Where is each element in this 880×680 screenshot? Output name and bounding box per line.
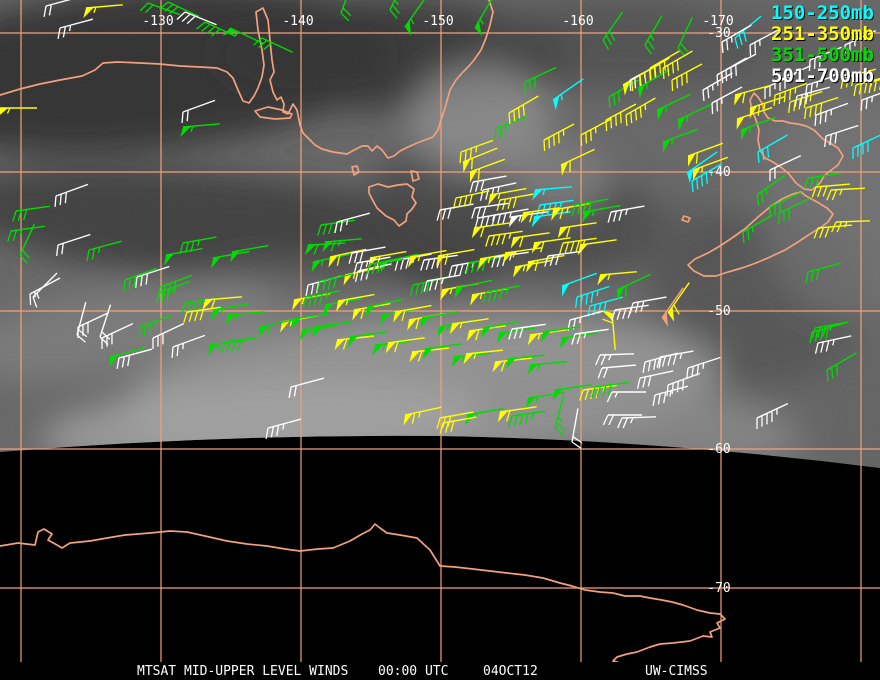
map-caption-bar: MTSAT MID-UPPER LEVEL WINDS 00:00 UTC 04…: [0, 662, 880, 680]
lon-label--150: -150: [422, 14, 453, 29]
legend-item-351-500mb: 351-500mb: [771, 44, 874, 66]
lat-label--60: -60: [707, 442, 730, 457]
lon-label--130: -130: [142, 14, 173, 29]
mtsat-wind-map: -130 -140 -150 -160 -170 -30 -40 -50 -60 -70 150-…: [0, 0, 880, 680]
lon-label--140: -140: [282, 14, 313, 29]
legend-item-251-350mb: 251-350mb: [771, 23, 874, 45]
caption-source: UW-CIMSS: [645, 664, 708, 679]
lon-label--160: -160: [562, 14, 593, 29]
lat-label--30: -30: [707, 26, 730, 41]
lat-label--70: -70: [707, 581, 730, 596]
legend-item-150-250mb: 150-250mb: [771, 2, 874, 24]
caption-date: 04OCT12: [483, 664, 538, 679]
satellite-imagery: [0, 0, 880, 468]
coastline-antarctica: [0, 523, 726, 667]
lat-label--40: -40: [707, 165, 730, 180]
satellite-map-canvas: -130 -140 -150 -160 -170-30-40-50-60-70: [0, 0, 880, 667]
caption-time: 00:00 UTC: [378, 664, 449, 679]
pressure-legend: 150-250mb 251-350mb 351-500mb 501-700mb: [771, 3, 874, 87]
legend-item-501-700mb: 501-700mb: [771, 65, 874, 87]
caption-product-title: MTSAT MID-UPPER LEVEL WINDS: [137, 664, 349, 679]
lat-label--50: -50: [707, 304, 730, 319]
